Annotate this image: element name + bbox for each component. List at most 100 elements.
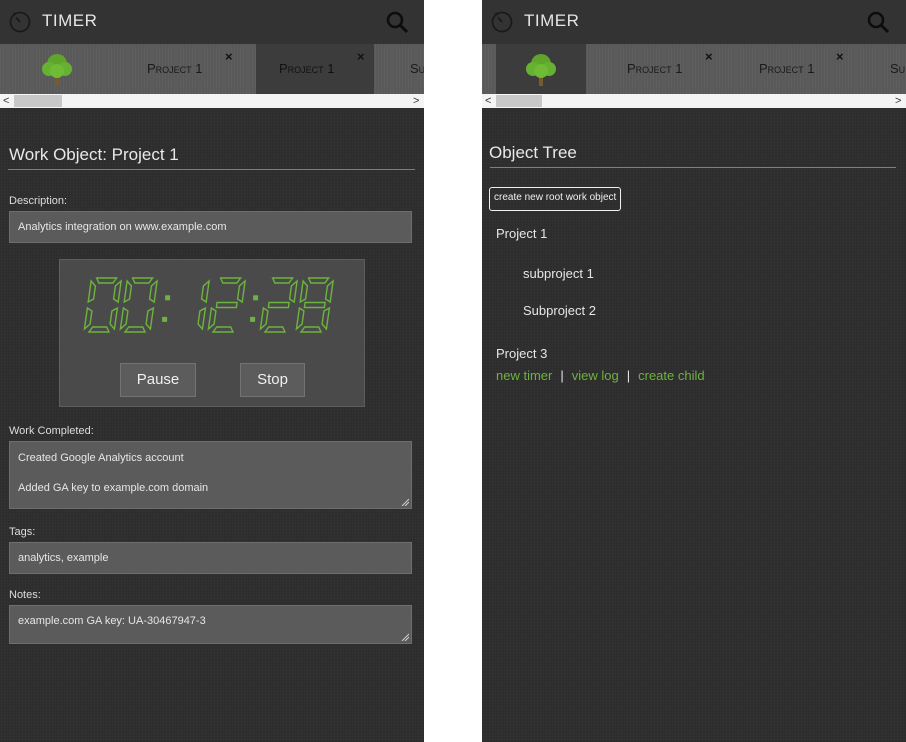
search-icon[interactable] [866,10,890,34]
tree-item-project[interactable]: Project 3 [496,346,547,361]
timer-digit-segment [263,326,287,333]
timer-digit-segment [83,306,93,331]
timer-digit-segment [95,277,118,284]
scroll-left-arrow[interactable]: < [485,94,491,108]
timer-panel: Pause Stop [59,259,365,407]
tree-item-project[interactable]: Project 1 [496,226,547,241]
timer-digit-segment [259,306,269,331]
tab-label: Project 1 [627,61,683,76]
work-completed-label: Work Completed: [9,425,94,437]
resize-handle-icon[interactable] [401,633,409,641]
timer-display [83,277,335,333]
timer-digit-segment [299,326,323,333]
separator: | [626,368,631,383]
tab-project-1[interactable]: Project 1 × [610,44,728,94]
tab-label: Su [410,61,424,76]
scroll-left-arrow[interactable]: < [3,94,9,108]
app-header: TIMER [0,0,424,44]
tree-item-subproject[interactable]: subproject 1 [523,266,594,281]
timer-digit-segment [112,279,123,304]
title-divider [8,169,415,170]
timer-digit-segment [87,326,111,333]
timer-digit-segment [236,279,247,304]
scroll-right-arrow[interactable]: > [413,94,419,108]
timer-digit-segment [87,279,97,304]
work-completed-textarea[interactable]: Created Google Analytics account Added G… [9,441,412,509]
timer-digit-segment [219,277,242,284]
tab-subproject[interactable]: Su [878,44,906,94]
description-label: Description: [9,195,68,207]
search-icon[interactable] [385,10,409,34]
timer-digit-segment [211,326,235,333]
view-log-link[interactable]: view log [572,368,619,383]
timer-digit-segment [131,277,154,284]
horizontal-scrollbar[interactable]: < > [482,94,906,108]
timer-digit-segment [145,306,155,331]
timer-colon-dot [165,295,171,301]
stopwatch-icon [491,11,513,33]
tab-object-tree-active[interactable] [496,44,586,94]
timer-digit-segment [123,326,147,333]
object-tree-screen: TIMER Project 1 × Project 1 × Su < > Obj… [482,0,906,742]
tab-object-tree[interactable] [32,44,82,94]
notes-textarea[interactable]: example.com GA key: UA-30467947-3 [9,605,412,644]
page-title: Work Object: Project 1 [9,145,179,164]
scrollbar-thumb[interactable] [496,95,542,107]
close-icon[interactable]: × [225,49,233,64]
pause-button[interactable]: Pause [120,363,196,397]
app-title: TIMER [42,11,98,30]
scrollbar-thumb[interactable] [14,95,62,107]
timer-digit-segment [215,301,238,309]
description-value: Analytics integration on www.example.com [18,221,227,233]
timer-digit-segment [299,279,309,304]
tab-project-1-b[interactable]: Project 1 × [740,44,858,94]
timer-colon-dot [253,295,259,301]
timer-digit-segment [267,301,290,309]
timer-digit-segment [119,306,129,331]
work-completed-line: Created Google Analytics account [18,452,184,464]
timer-digit-segment [307,277,330,284]
timer-digit-segment [295,306,305,331]
tab-project-1[interactable]: Project 1 × [132,44,250,94]
tab-subproject[interactable]: Su [398,44,424,94]
tree-item-subproject[interactable]: Subproject 2 [523,303,596,318]
notes-label: Notes: [9,589,41,601]
timer-digit-segment [207,306,217,331]
tree-item-actions: new timer | view log | create child [496,368,705,383]
new-timer-link[interactable]: new timer [496,368,552,383]
section-title: Object Tree [489,143,577,162]
timer-digit-segment [197,306,207,331]
work-completed-line: Added GA key to example.com domain [18,482,209,494]
stopwatch-icon [9,11,31,33]
create-root-work-object-button[interactable]: create new root work object [489,187,622,211]
notes-value: example.com GA key: UA-30467947-3 [18,615,206,627]
close-icon[interactable]: × [705,49,713,64]
timer-screen: TIMER Project 1 × Project 1 × Su < > Wor… [0,0,424,742]
app-header: TIMER [482,0,906,44]
tab-label: Project 1 [147,61,203,76]
title-divider [490,167,896,168]
timer-digit-segment [321,306,331,331]
create-child-link[interactable]: create child [638,368,704,383]
tab-label: Project 1 [759,61,815,76]
tags-input[interactable]: analytics, example [9,542,412,574]
description-input[interactable]: Analytics integration on www.example.com [9,211,412,243]
tab-label: Su [890,61,906,76]
app-title: TIMER [524,11,580,30]
timer-colon-dot [162,316,168,322]
close-icon[interactable]: × [836,49,844,64]
stop-button[interactable]: Stop [240,363,305,397]
scroll-right-arrow[interactable]: > [895,94,901,108]
tags-value: analytics, example [18,552,109,564]
tab-project-1-active[interactable]: Project 1 × [256,44,374,94]
timer-digit-segment [303,301,326,309]
timer-digit-segment [200,279,211,304]
timer-digit-segment [148,279,159,304]
close-icon[interactable]: × [357,49,365,64]
resize-handle-icon[interactable] [401,498,409,506]
horizontal-scrollbar[interactable]: < > [0,94,424,108]
timer-digit-segment [271,277,294,284]
tree-icon [526,54,556,86]
separator: | [560,368,564,383]
tree-icon [42,54,72,86]
